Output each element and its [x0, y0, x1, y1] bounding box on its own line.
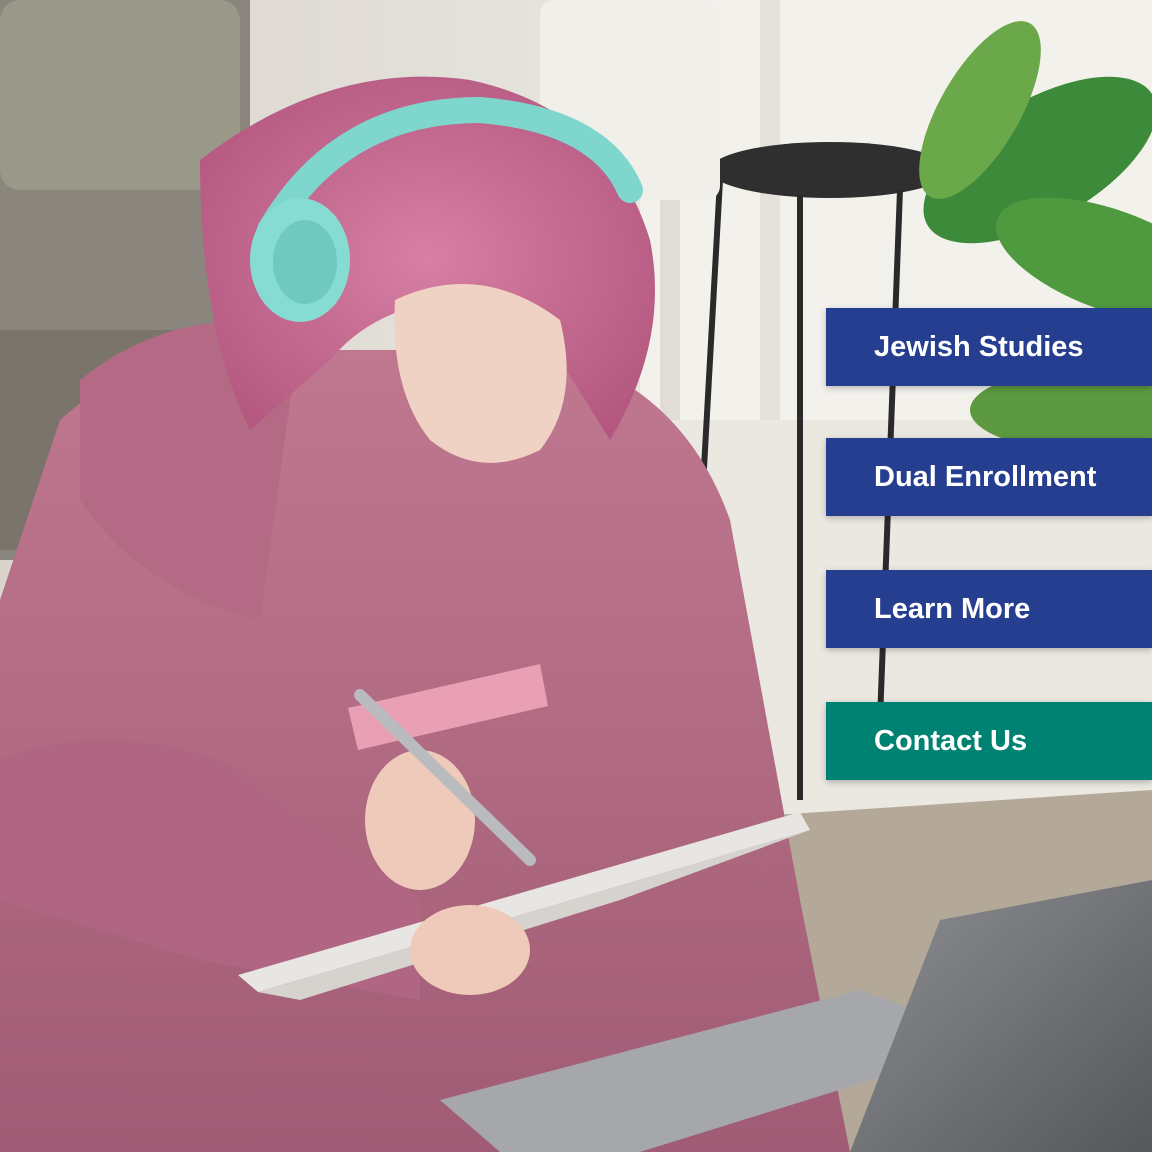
- contact-us-button[interactable]: Contact Us: [826, 702, 1152, 780]
- hero-banner: Jewish Studies Dual Enrollment Learn Mor…: [0, 0, 1152, 1152]
- dual-enrollment-button[interactable]: Dual Enrollment: [826, 438, 1152, 516]
- learn-more-button[interactable]: Learn More: [826, 570, 1152, 648]
- jewish-studies-button[interactable]: Jewish Studies: [826, 308, 1152, 386]
